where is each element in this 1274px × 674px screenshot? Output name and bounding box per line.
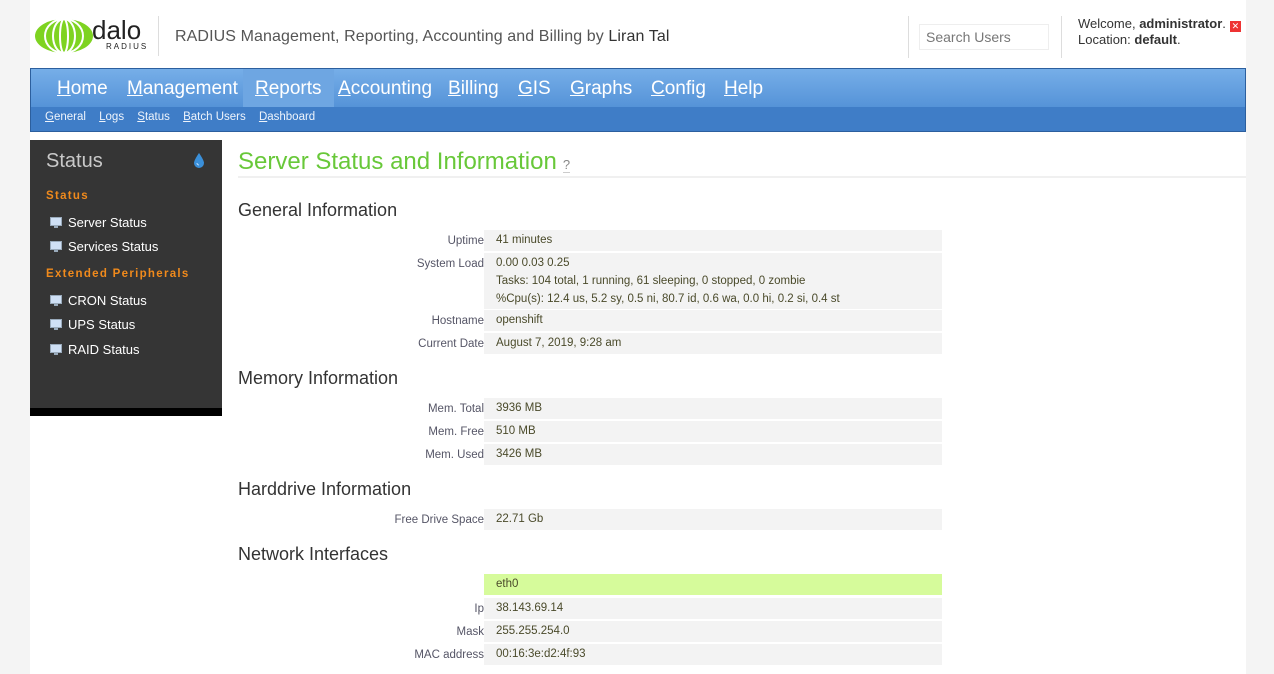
sidebar-item-services-status[interactable]: Services Status — [50, 239, 158, 254]
sidebar-item-raid-status[interactable]: RAID Status — [50, 342, 140, 357]
nav-config[interactable]: Config — [639, 69, 718, 107]
search-users-input[interactable] — [919, 24, 1049, 50]
page: dalo RADIUS RADIUS Management, Reporting… — [30, 0, 1246, 674]
info-row-mac: MAC address 00:16:3e:d2:4f:93 — [238, 644, 942, 665]
logo-subtext: RADIUS — [106, 42, 149, 51]
header-divider — [908, 16, 909, 58]
sidebar-title: Status — [46, 150, 103, 172]
info-row-free-drive: Free Drive Space 22.71 Gb — [238, 509, 942, 530]
nav-reports[interactable]: Reports — [243, 69, 334, 107]
help-icon[interactable]: ? — [562, 157, 571, 173]
page-title: Server Status and Information? — [238, 148, 571, 175]
nav-home[interactable]: Home — [45, 69, 120, 107]
section-network: Network Interfaces — [238, 544, 389, 564]
title-divider — [238, 176, 1246, 178]
sub-nav: General Logs Status Batch Users Dashboar… — [45, 111, 325, 129]
nav-accounting[interactable]: Accounting — [326, 69, 444, 107]
subnav-general[interactable]: General — [45, 111, 86, 123]
sidebar-item-server-status[interactable]: Server Status — [50, 215, 147, 230]
monitor-icon — [50, 240, 62, 252]
sidebar: Status Status Server Status Services Sta… — [30, 140, 222, 416]
monitor-icon — [50, 318, 62, 330]
info-row-interface: eth0 — [238, 574, 942, 595]
monitor-icon — [50, 343, 62, 355]
info-row-current-date: Current Date August 7, 2019, 9:28 am — [238, 333, 942, 354]
sidebar-group-extended: Extended Peripherals — [46, 268, 190, 280]
info-row-hostname: Hostname openshift — [238, 310, 942, 331]
main-nav: Home Management Reports Accounting Billi… — [30, 68, 1246, 132]
info-row-uptime: Uptime 41 minutes — [238, 230, 942, 251]
monitor-icon — [50, 294, 62, 306]
monitor-icon — [50, 216, 62, 228]
info-row-mask: Mask 255.255.254.0 — [238, 621, 942, 642]
nav-help[interactable]: Help — [712, 69, 775, 107]
subnav-batch-users[interactable]: Batch Users — [183, 111, 246, 123]
info-row-mem-used: Mem. Used 3426 MB — [238, 444, 942, 465]
location-value: default — [1134, 32, 1178, 47]
header-divider — [1061, 16, 1062, 58]
info-row-mem-free: Mem. Free 510 MB — [238, 421, 942, 442]
info-row-system-load: System Load 0.00 0.03 0.25 Tasks: 104 to… — [238, 253, 942, 309]
sidebar-item-cron-status[interactable]: CRON Status — [50, 293, 147, 308]
sidebar-group-status: Status — [46, 190, 89, 202]
info-row-mem-total: Mem. Total 3936 MB — [238, 398, 942, 419]
logout-icon[interactable]: ✕ — [1229, 21, 1241, 32]
header-divider — [158, 16, 159, 56]
header: dalo RADIUS RADIUS Management, Reporting… — [30, 0, 1246, 68]
section-general: General Information — [238, 200, 398, 220]
section-harddrive: Harddrive Information — [238, 479, 412, 499]
nav-billing[interactable]: Billing — [436, 69, 511, 107]
drop-icon — [194, 153, 204, 168]
subnav-dashboard[interactable]: Dashboard — [259, 111, 315, 123]
nav-gis[interactable]: GIS — [506, 69, 563, 107]
info-row-ip: Ip 38.143.69.14 — [238, 598, 942, 619]
welcome-box: Welcome, administrator. ✕ Location: defau… — [1078, 16, 1241, 47]
nav-graphs[interactable]: Graphs — [558, 69, 644, 107]
daloradius-logo[interactable]: dalo RADIUS — [34, 15, 149, 55]
tagline: RADIUS Management, Reporting, Accounting… — [175, 28, 670, 45]
subnav-logs[interactable]: Logs — [99, 111, 124, 123]
nav-management[interactable]: Management — [115, 69, 250, 107]
welcome-user: administrator — [1139, 16, 1223, 31]
sidebar-item-ups-status[interactable]: UPS Status — [50, 317, 135, 332]
tagline-author: Liran Tal — [608, 28, 670, 45]
interface-name: eth0 — [484, 574, 942, 595]
subnav-status[interactable]: Status — [137, 111, 170, 123]
section-memory: Memory Information — [238, 368, 399, 388]
